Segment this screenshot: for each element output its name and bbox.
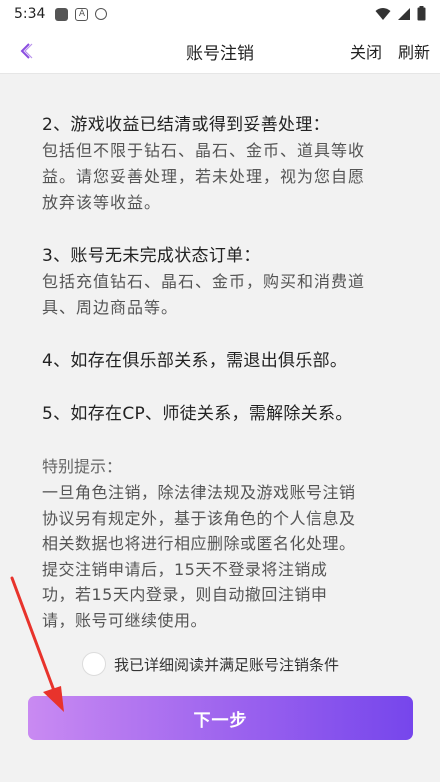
agreement-label: 我已详细阅读并满足账号注销条件 (114, 655, 340, 674)
section-title: 3、账号无未完成状态订单： (42, 246, 261, 266)
notice-line: 请，账号可继续使用。 (42, 610, 208, 630)
terms-content: 2、游戏收益已结清或得到妥善处理： 包括但不限于钻石、晶石、金币、道具等收 益。… (42, 112, 406, 660)
agreement-checkbox[interactable] (82, 652, 106, 676)
next-step-button[interactable]: 下一步 (28, 696, 413, 740)
battery-icon (417, 6, 426, 21)
condition-section-3: 3、账号无未完成状态订单： 包括充值钻石、晶石、金币，购买和消费道 具、周边商品… (42, 243, 406, 321)
status-bar: 5:34 A (0, 0, 440, 28)
nav-bar: 账号注销 关闭 刷新 (0, 28, 440, 74)
app-a-icon: A (75, 7, 89, 21)
condition-section-5: 5、如存在CP、师徒关系，需解除关系。 (42, 401, 406, 427)
section-line: 具、周边商品等。 (42, 298, 179, 317)
notice-title: 特别提示： (42, 457, 123, 476)
section-title: 4、如存在俱乐部关系，需退出俱乐部。 (42, 351, 348, 371)
section-title: 2、游戏收益已结清或得到妥善处理： (42, 115, 330, 135)
section-line: 包括但不限于钻石、晶石、金币、道具等收 (42, 141, 366, 160)
refresh-button[interactable]: 刷新 (398, 39, 430, 63)
shield-icon (95, 8, 108, 20)
section-line: 放弃该等收益。 (42, 193, 162, 212)
notice-line: 提交注销申请后，15天不登录将注销成 (42, 559, 328, 579)
condition-section-2: 2、游戏收益已结清或得到妥善处理： 包括但不限于钻石、晶石、金币、道具等收 益。… (42, 112, 406, 216)
status-time: 5:34 (14, 6, 46, 22)
condition-section-4: 4、如存在俱乐部关系，需退出俱乐部。 (42, 348, 406, 374)
agreement-row[interactable]: 我已详细阅读并满足账号注销条件 (82, 651, 339, 677)
gallery-icon (55, 7, 69, 21)
wifi-icon (375, 7, 391, 20)
notice-line: 一旦角色注销，除法律法规及游戏账号注销 (42, 483, 356, 502)
notice-line: 功，若15天内登录，则自动撤回注销申 (42, 585, 328, 604)
status-right-icons (375, 6, 426, 21)
special-notice: 特别提示： 一旦角色注销，除法律法规及游戏账号注销 协议另有规定外，基于该角色的… (42, 454, 406, 633)
section-line: 包括充值钻石、晶石、金币，购买和消费道 (42, 272, 366, 291)
notice-line: 协议另有规定外，基于该角色的个人信息及 (42, 508, 356, 528)
section-title: 5、如存在CP、师徒关系，需解除关系。 (42, 404, 353, 424)
notice-line: 相关数据也将进行相应删除或匿名化处理。 (42, 534, 356, 553)
section-line: 益。请您妥善处理，若未处理，视为您自愿 (42, 167, 366, 186)
signal-icon (398, 7, 410, 20)
close-button[interactable]: 关闭 (350, 39, 382, 63)
